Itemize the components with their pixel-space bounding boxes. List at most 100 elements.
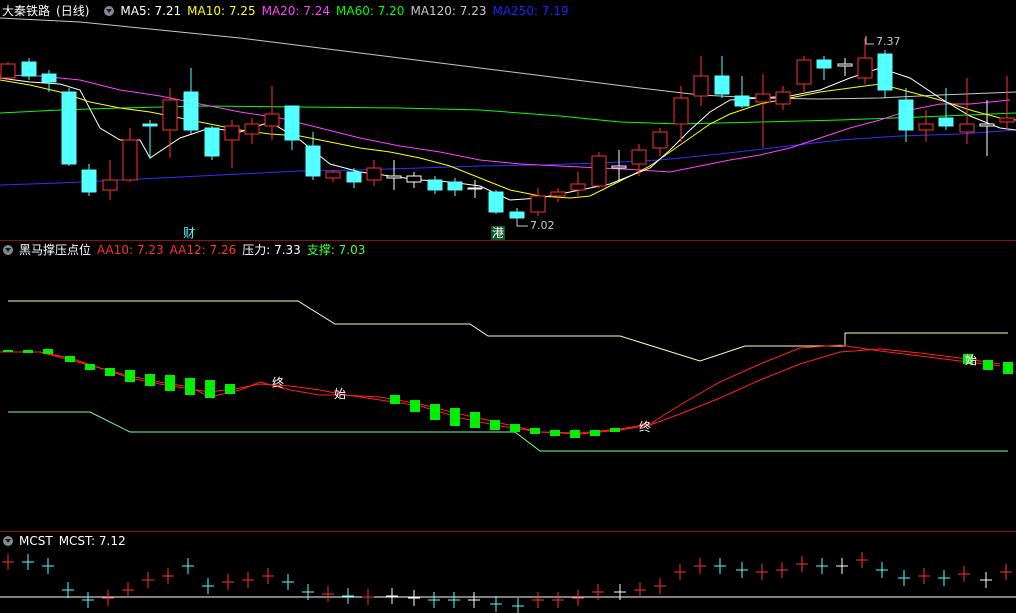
signal-bar [65, 356, 75, 362]
candle[interactable] [204, 126, 220, 160]
candle[interactable] [714, 56, 730, 98]
main-indicators: MA5: 7.21 MA10: 7.25 MA20: 7.24 MA60: 7.20 M… [120, 4, 574, 18]
sub2-header: MCST MCST: 7.12 [0, 532, 138, 550]
mcst-candle [1000, 564, 1012, 580]
sub2-indicator: MCST: 7.12 [58, 534, 126, 548]
mcst-candle [572, 590, 584, 606]
signal-bar [570, 430, 580, 438]
signal-bar [530, 428, 540, 434]
candle[interactable] [81, 164, 97, 196]
panel-menu-icon[interactable] [3, 245, 13, 255]
candle[interactable] [102, 160, 118, 200]
panel-menu-icon[interactable] [104, 6, 115, 16]
mcst-candle [162, 568, 174, 584]
candle[interactable] [877, 50, 893, 98]
candle[interactable] [0, 62, 16, 80]
ma250-line [0, 129, 1016, 186]
mcst-candle [122, 582, 134, 598]
signal-bar [590, 430, 600, 436]
sub1-indicator: 支撑: 7.03 [306, 243, 366, 257]
candle[interactable] [284, 105, 300, 150]
candle[interactable] [570, 172, 586, 196]
candle[interactable] [183, 68, 199, 134]
candle[interactable] [857, 38, 873, 84]
mcst-candle [816, 558, 828, 574]
signal-bar [610, 428, 620, 432]
candle[interactable] [918, 110, 934, 142]
mcst-candle [490, 596, 502, 612]
candle[interactable] [999, 76, 1015, 130]
sub1-name[interactable]: 黑马撑压点位 [19, 243, 91, 257]
candle[interactable] [631, 144, 647, 176]
main-indicator: MA5: 7.21 [120, 4, 182, 18]
candle[interactable] [122, 128, 138, 182]
candle[interactable] [406, 172, 422, 188]
finance-tag[interactable]: 财 [183, 224, 195, 241]
candle[interactable] [264, 86, 280, 140]
signal-bar [3, 350, 13, 352]
mcst-candle [736, 562, 748, 578]
sub2-name[interactable]: MCST [19, 534, 53, 548]
signal-bar [430, 404, 440, 420]
mcst-candle [532, 592, 544, 608]
candle[interactable] [386, 160, 402, 190]
candle[interactable] [366, 160, 382, 186]
signal-bar [983, 360, 993, 370]
candle[interactable] [447, 178, 463, 196]
sub1-indicator: 压力: 7.33 [242, 243, 301, 257]
signal-marker-start: 始 [334, 387, 347, 401]
mcst-candle [776, 562, 788, 578]
candle[interactable] [325, 170, 341, 182]
mcst-candle [62, 582, 74, 598]
mcst-candle [2, 554, 14, 570]
candle[interactable] [346, 168, 362, 188]
mcst-candle [428, 592, 440, 608]
candle[interactable] [61, 88, 77, 166]
candle[interactable] [467, 180, 483, 198]
mcst-candle [756, 564, 768, 580]
candle[interactable] [21, 58, 37, 80]
signal-bar [450, 408, 460, 426]
candle[interactable] [837, 58, 853, 76]
candle[interactable] [755, 74, 771, 148]
candle[interactable] [611, 150, 627, 180]
support-line [8, 411, 1008, 452]
candle[interactable] [427, 176, 443, 194]
signal-bar [1003, 362, 1013, 374]
candle[interactable] [550, 188, 566, 202]
hk-connect-tag[interactable]: 港 [491, 226, 506, 240]
candle[interactable] [530, 188, 546, 216]
mcst-candle [42, 558, 54, 574]
candle[interactable] [591, 152, 607, 188]
candle[interactable] [488, 190, 504, 214]
candle[interactable] [224, 120, 240, 168]
candle[interactable] [734, 76, 750, 108]
mcst-candle [714, 558, 726, 574]
signal-bar [165, 375, 175, 391]
signal-marker-end: 终 [272, 376, 285, 390]
panel-menu-icon[interactable] [3, 536, 13, 546]
mcst-candle [22, 554, 34, 570]
candle[interactable] [244, 118, 260, 144]
mcst-candle [694, 558, 706, 574]
candle[interactable] [796, 56, 812, 92]
mcst-candle [592, 584, 604, 600]
candlestick-series [0, 38, 1015, 222]
candle[interactable] [775, 86, 791, 110]
candle[interactable] [979, 100, 995, 156]
candle[interactable] [652, 128, 668, 156]
stock-name[interactable]: 大秦铁路 (日线) [2, 4, 95, 18]
chart-canvas[interactable] [0, 0, 1016, 613]
mcst-candle [856, 552, 868, 568]
ma10-line [0, 79, 1016, 199]
mcst-candle [614, 584, 626, 600]
sub2-indicators: MCST: 7.12 [59, 534, 132, 548]
candle[interactable] [816, 56, 832, 80]
candle[interactable] [693, 56, 709, 106]
candle[interactable] [142, 120, 158, 158]
mcst-candle [634, 582, 646, 598]
mcst-candle [408, 590, 420, 606]
mcst-candle [242, 572, 254, 588]
sub1-indicator: AA12: 7.26 [169, 243, 237, 257]
ma5-line [0, 67, 1016, 201]
